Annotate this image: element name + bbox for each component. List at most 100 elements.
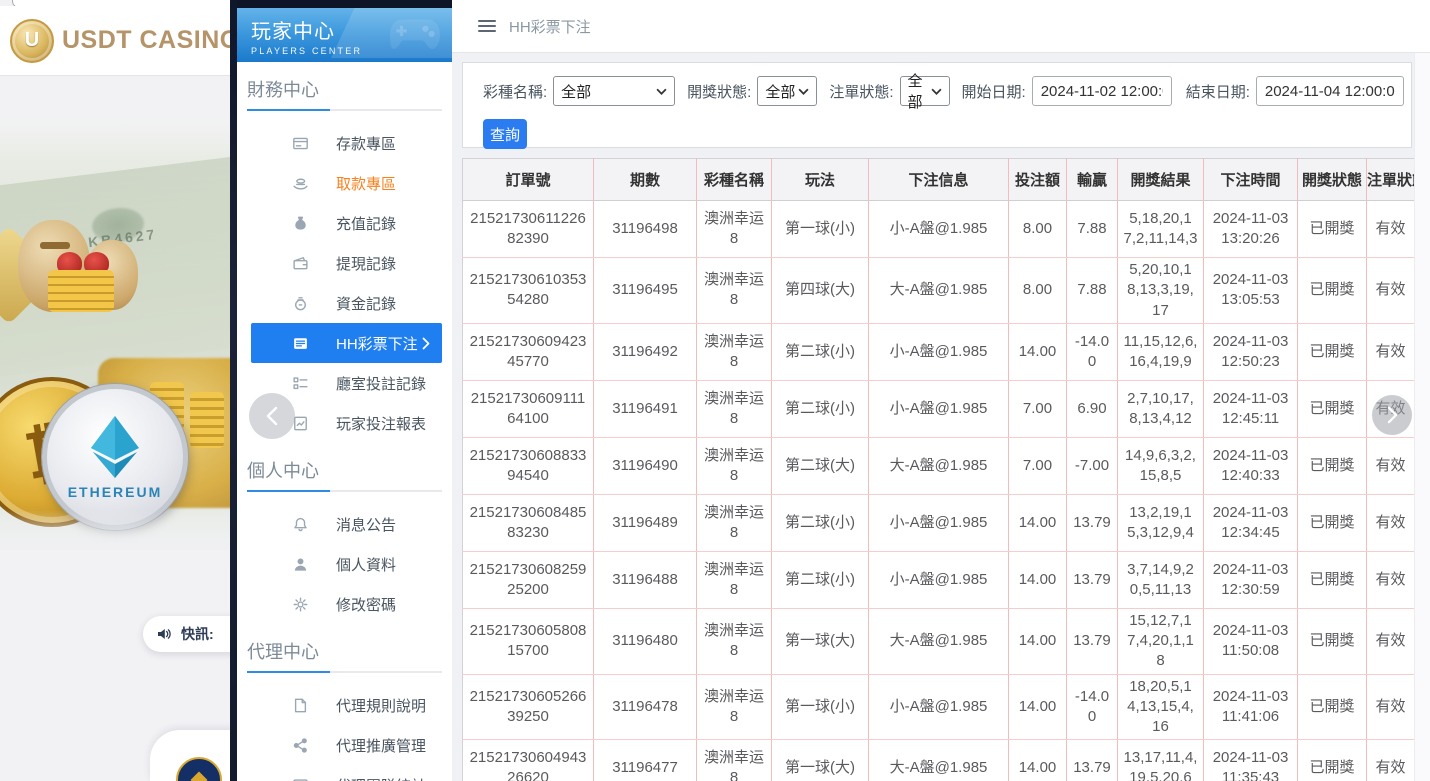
- sidebar-item-消息公告[interactable]: 消息公告: [237, 504, 452, 544]
- chevron-left-icon: [266, 406, 278, 426]
- col-draw-result: 開獎結果: [1118, 159, 1204, 201]
- sidebar-item-label: 代理規則說明: [336, 695, 426, 716]
- sidebar-item-個人資料[interactable]: 個人資料: [237, 544, 452, 584]
- sidebar-item-資金記錄[interactable]: 資金記錄: [237, 283, 452, 323]
- cell-order-no: 2152173060526639250: [463, 674, 594, 740]
- cell-win-loss: 7.88: [1067, 258, 1118, 324]
- brand-coin-icon: U: [10, 19, 54, 63]
- coin-sack-icon: [291, 294, 309, 312]
- brand-name: USDT CASINO: [62, 26, 230, 55]
- cell-play-type: 第二球(小): [772, 551, 869, 608]
- sidebar-section-personal: 個人中心 消息公告個人資料修改密碼: [237, 457, 452, 624]
- cell-bet-info: 小-A盤@1.985: [869, 201, 1009, 258]
- table-header-row: 訂單號 期數 彩種名稱 玩法 下注信息 投注額 輸贏 開獎結果 下注時間 開獎狀…: [463, 159, 1415, 201]
- cell-bet-info: 小-A盤@1.985: [869, 551, 1009, 608]
- coin-stack-bow-image: [48, 270, 114, 312]
- cell-draw-result: 5,18,20,17,2,11,14,3: [1118, 201, 1204, 258]
- cell-bet-amount: 14.00: [1009, 551, 1067, 608]
- sidebar-item-取款專區[interactable]: 取款專區: [237, 163, 452, 203]
- cell-bet-info: 大-A盤@1.985: [869, 437, 1009, 494]
- cell-draw-status: 已開獎: [1298, 380, 1367, 437]
- coin-stack-image: [190, 392, 224, 448]
- sidebar-item-label: 存款專區: [336, 133, 396, 154]
- scroll-right-button[interactable]: [1372, 395, 1412, 435]
- hamburger-menu-icon[interactable]: [478, 20, 496, 32]
- cell-period: 31196495: [594, 258, 697, 324]
- cell-draw-result: 13,2,19,15,3,12,9,4: [1118, 494, 1204, 551]
- table-body: 215217306112268239031196498澳洲幸运8第一球(小)小-…: [463, 201, 1415, 781]
- cell-bet-time: 2024-11-03 13:20:26: [1204, 201, 1298, 258]
- sidebar-item-HH彩票下注[interactable]: HH彩票下注: [251, 323, 442, 363]
- start-date-input[interactable]: [1032, 76, 1172, 106]
- gear-icon: [291, 595, 309, 613]
- table-row: 215217306088339454031196490澳洲幸运8第二球(大)大-…: [463, 437, 1415, 494]
- section-divider: [247, 109, 442, 111]
- sidebar-section-finance: 財務中心 存款專區取款專區充值記錄提現記錄資金記錄HH彩票下注廳室投註記錄玩家投…: [237, 76, 452, 443]
- bets-table: 訂單號 期數 彩種名稱 玩法 下注信息 投注額 輸贏 開獎結果 下注時間 開獎狀…: [462, 158, 1415, 781]
- search-button[interactable]: 查詢: [483, 119, 527, 149]
- sidebar-item-代理推廣管理[interactable]: 代理推廣管理: [237, 725, 452, 765]
- bottom-partial-card: [150, 730, 230, 781]
- cell-play-type: 第四球(大): [772, 258, 869, 324]
- cell-bet-time: 2024-11-03 12:30:59: [1204, 551, 1298, 608]
- left-background-zone: U USDT CASINO KB4627 ₿ ETHEREUM: [0, 0, 230, 781]
- ethereum-logo-icon: [87, 414, 143, 480]
- cell-order-no: 2152173061035354280: [463, 258, 594, 324]
- cell-period: 31196490: [594, 437, 697, 494]
- cell-bet-time: 2024-11-03 12:50:23: [1204, 323, 1298, 380]
- cell-draw-status: 已開獎: [1298, 494, 1367, 551]
- cell-bet-time: 2024-11-03 13:05:53: [1204, 258, 1298, 324]
- cell-period: 31196488: [594, 551, 697, 608]
- table-row: 215217306112268239031196498澳洲幸运8第一球(小)小-…: [463, 201, 1415, 258]
- col-play-type: 玩法: [772, 159, 869, 201]
- cell-lottery-name: 澳洲幸运8: [697, 258, 772, 324]
- money-bag-icon: [291, 214, 309, 232]
- draw-status-select[interactable]: 全部: [757, 76, 817, 106]
- person-icon: [291, 555, 309, 573]
- sidebar-header: 玩家中心 PLAYERS CENTER: [237, 8, 452, 62]
- cell-draw-result: 2,7,10,17,8,13,4,12: [1118, 380, 1204, 437]
- cell-play-type: 第一球(小): [772, 201, 869, 258]
- section-items: 代理規則說明代理推廣管理代理團隊統計: [237, 685, 452, 781]
- cell-bet-amount: 14.00: [1009, 323, 1067, 380]
- chevron-down-icon: [656, 88, 667, 95]
- sidebar-item-修改密碼[interactable]: 修改密碼: [237, 584, 452, 624]
- cell-bet-info: 小-A盤@1.985: [869, 323, 1009, 380]
- share-icon: [291, 736, 309, 754]
- speaker-icon: [156, 626, 172, 642]
- cell-lottery-name: 澳洲幸运8: [697, 494, 772, 551]
- cell-period: 31196491: [594, 380, 697, 437]
- cell-draw-result: 14,9,6,3,2,15,8,5: [1118, 437, 1204, 494]
- sidebar-item-代理團隊統計[interactable]: 代理團隊統計: [237, 765, 452, 781]
- order-status-select[interactable]: 全部: [900, 76, 950, 106]
- collapse-left-button[interactable]: [249, 393, 295, 439]
- cell-order-no: 2152173060883394540: [463, 437, 594, 494]
- cell-order-no: 2152173061122682390: [463, 201, 594, 258]
- cell-order-no: 2152173060580815700: [463, 608, 594, 674]
- cell-lottery-name: 澳洲幸运8: [697, 380, 772, 437]
- sidebar-item-存款專區[interactable]: 存款專區: [237, 123, 452, 163]
- scrollbar-gutter[interactable]: [1414, 53, 1430, 781]
- sidebar-item-充值記錄[interactable]: 充值記錄: [237, 203, 452, 243]
- cell-play-type: 第一球(小): [772, 674, 869, 740]
- cell-play-type: 第二球(小): [772, 380, 869, 437]
- section-title: 代理中心: [247, 638, 442, 664]
- cell-order-no: 2152173060825925200: [463, 551, 594, 608]
- sidebar-item-提現記錄[interactable]: 提現記錄: [237, 243, 452, 283]
- cell-order-no: 2152173060911164100: [463, 380, 594, 437]
- cell-draw-status: 已開獎: [1298, 323, 1367, 380]
- chevron-right-icon: [422, 337, 430, 350]
- end-date-input[interactable]: [1256, 76, 1404, 106]
- wallet-icon: [291, 254, 309, 272]
- section-title: 個人中心: [247, 457, 442, 483]
- lottery-name-select[interactable]: 全部: [553, 76, 675, 106]
- cell-bet-info: 小-A盤@1.985: [869, 674, 1009, 740]
- start-date-label: 開始日期:: [962, 81, 1026, 102]
- brand-logo-card: U USDT CASINO: [0, 6, 230, 76]
- cell-bet-amount: 8.00: [1009, 258, 1067, 324]
- table-row: 215217306058081570031196480澳洲幸运8第一球(大)大-…: [463, 608, 1415, 674]
- col-bet-info: 下注信息: [869, 159, 1009, 201]
- end-date-label: 結束日期:: [1186, 81, 1250, 102]
- sidebar-item-代理規則說明[interactable]: 代理規則說明: [237, 685, 452, 725]
- cell-bet-amount: 14.00: [1009, 608, 1067, 674]
